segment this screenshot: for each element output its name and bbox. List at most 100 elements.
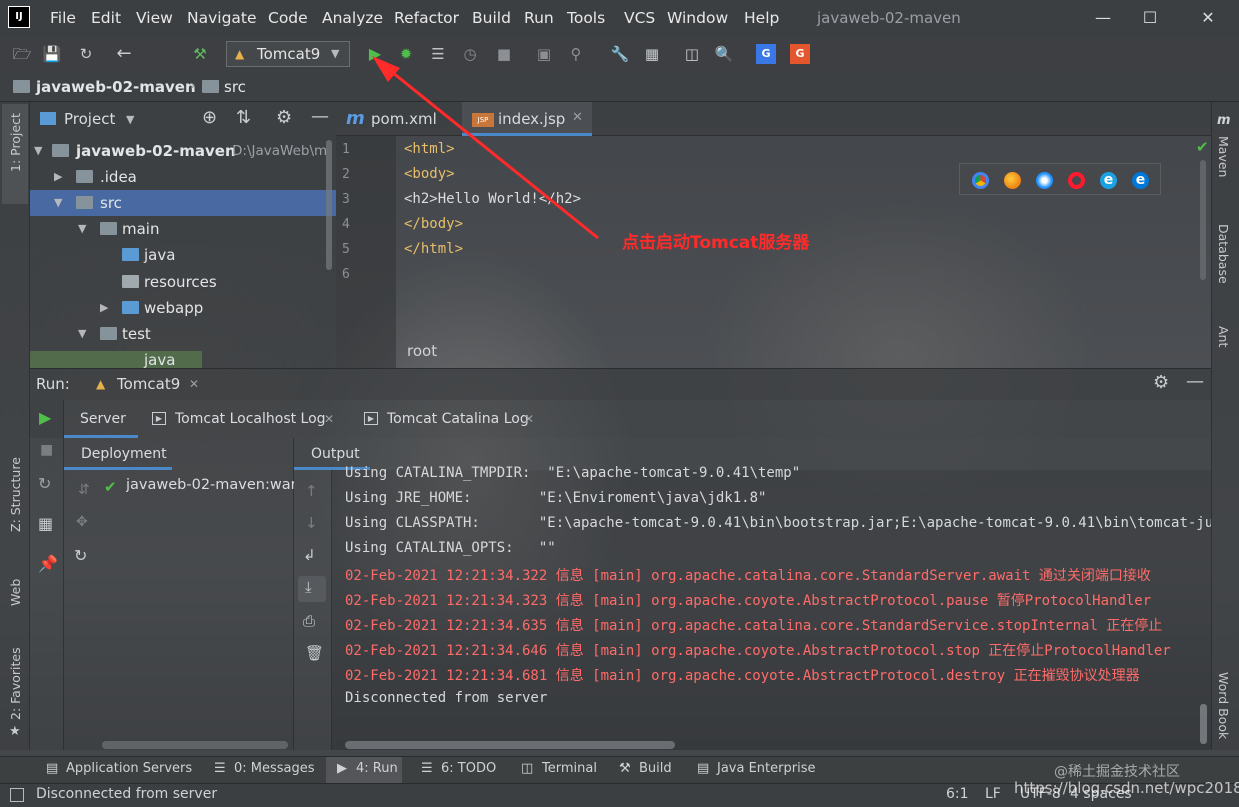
hide-panel-icon[interactable]: — (311, 106, 329, 127)
tree-item-resources[interactable]: resources (30, 269, 336, 295)
maven-tool-tab[interactable]: Maven (1216, 136, 1231, 177)
favorites-tool-tab[interactable]: 2: Favorites (8, 647, 23, 720)
line-separator[interactable]: LF (985, 786, 1001, 802)
editor-breadcrumb-root[interactable]: root (407, 342, 437, 360)
breadcrumb-project[interactable]: javaweb-02-maven (36, 78, 196, 96)
tree-scrollbar[interactable] (326, 140, 332, 270)
console-line-clip: 02-Feb-2021 12:21:34.681 信息 [main] org.a… (345, 665, 1211, 687)
gear-icon[interactable]: ⚙ (276, 107, 292, 128)
console-scrollbar-v[interactable] (1200, 704, 1207, 744)
inspection-ok-icon[interactable]: ✔ (1196, 138, 1209, 156)
safari-icon[interactable] (1036, 172, 1053, 189)
database-tool-tab[interactable]: Database (1216, 224, 1231, 284)
tree-item-java[interactable]: java (30, 242, 336, 268)
firefox-icon[interactable] (1004, 172, 1021, 189)
console-scrollbar-h[interactable] (345, 741, 675, 749)
tree-item-idea[interactable]: ▶ .idea (30, 164, 336, 190)
search-icon[interactable]: 🔍 (714, 44, 734, 64)
menu-window[interactable]: Window (667, 9, 728, 27)
tree-item-project-root[interactable]: ▼ javaweb-02-maven D:\JavaWeb\m (30, 138, 336, 164)
tree-item-test[interactable]: ▼ test (30, 321, 336, 347)
cursor-position[interactable]: 6:1 (946, 786, 969, 802)
menu-tools[interactable]: Tools (567, 9, 605, 27)
tree-item-label: src (100, 194, 122, 212)
tree-item-src[interactable]: ▼ src (30, 190, 336, 216)
chevron-down-icon[interactable]: ▼ (126, 113, 134, 126)
deployment-artifact[interactable]: javaweb-02-maven:war (126, 477, 294, 493)
tab-tomcat-catalina-log[interactable]: ▶ Tomcat Catalina Log ✕ (352, 400, 552, 438)
menu-edit[interactable]: Edit (91, 9, 121, 27)
refresh-icon[interactable]: ↻ (38, 474, 51, 493)
edge-icon[interactable]: e (1132, 172, 1149, 189)
gear-icon[interactable]: ⚙ (1153, 372, 1169, 393)
print-icon[interactable]: ⎙ (303, 612, 315, 630)
project-view-select[interactable]: Project (64, 110, 115, 128)
google-translate-icon[interactable]: G (756, 44, 776, 64)
hide-panel-icon[interactable]: — (1186, 371, 1204, 392)
tab-java-enterprise[interactable]: Java Enterprise (717, 761, 815, 776)
pin-icon[interactable]: 📌 (38, 554, 58, 573)
deployment-scrollbar[interactable] (102, 741, 288, 749)
tab-server[interactable]: Server (64, 400, 138, 438)
tree-item-webapp[interactable]: ▶ webapp (30, 295, 336, 321)
minimize-icon[interactable]: — (1080, 6, 1126, 30)
close-tab-icon[interactable]: ✕ (324, 412, 334, 426)
back-arrow-icon[interactable]: ← (114, 44, 134, 64)
close-tab-icon[interactable]: ✕ (189, 377, 199, 391)
collapse-all-icon[interactable]: ⇅ (236, 107, 251, 128)
project-tool-tab[interactable]: 1: Project (8, 113, 23, 172)
tab-application-servers[interactable]: Application Servers (66, 761, 192, 776)
open-folder-icon[interactable]: 🗁 (12, 44, 32, 64)
tree-item-main[interactable]: ▼ main (30, 216, 336, 242)
web-tool-tab[interactable]: Web (8, 579, 23, 606)
tab-tomcat-localhost-log[interactable]: ▶ Tomcat Localhost Log ✕ (140, 400, 340, 438)
terminal-window-icon[interactable]: ◫ (682, 44, 702, 64)
menu-file[interactable]: File (50, 9, 76, 27)
scroll-to-end-icon[interactable]: ⤓ (305, 578, 312, 596)
layout-icon[interactable]: ▦ (38, 514, 53, 533)
tool-windows-icon[interactable] (10, 788, 24, 802)
project-structure-icon[interactable]: ▦ (642, 44, 662, 64)
run-config-select[interactable]: ▲ Tomcat9 ▼ (226, 41, 350, 67)
save-icon[interactable]: 💾 (42, 44, 62, 64)
menu-analyze[interactable]: Analyze (322, 9, 383, 27)
editor-scrollbar[interactable] (1200, 160, 1206, 280)
chrome-icon[interactable] (972, 172, 989, 189)
tree-item-test-java[interactable]: java (30, 347, 336, 368)
ie-icon[interactable]: e (1100, 172, 1117, 189)
trash-icon[interactable]: 🗑 (305, 644, 324, 662)
maximize-icon[interactable]: ☐ (1127, 6, 1173, 30)
redeploy-icon[interactable]: ↻ (74, 546, 87, 565)
tab-build[interactable]: Build (639, 761, 672, 776)
tab-run[interactable]: 4: Run (356, 761, 398, 776)
breadcrumb-src[interactable]: src (224, 78, 246, 96)
translate-icon[interactable]: G (790, 44, 810, 64)
rerun-icon[interactable]: ▶ (39, 408, 51, 427)
menu-vcs[interactable]: VCS (624, 9, 655, 27)
wordbook-tool-tab[interactable]: Word Book (1216, 672, 1231, 739)
up-arrow-icon[interactable]: ↑ (305, 482, 318, 500)
down-arrow-icon[interactable]: ↓ (305, 514, 318, 532)
stop-icon[interactable]: ■ (40, 442, 53, 458)
tab-messages[interactable]: 0: Messages (234, 761, 315, 776)
sync-icon[interactable]: ↻ (76, 44, 96, 64)
deployment-header[interactable]: Deployment (64, 438, 172, 470)
close-icon[interactable]: ✕ (1185, 6, 1231, 30)
tab-terminal[interactable]: Terminal (542, 761, 597, 776)
close-tab-icon[interactable]: ✕ (524, 412, 534, 426)
soft-wrap-icon[interactable]: ↲ (303, 546, 316, 564)
menu-view[interactable]: View (136, 9, 173, 27)
build-hammer-icon[interactable]: ⚒ (190, 44, 210, 64)
structure-tool-tab[interactable]: Z: Structure (8, 457, 23, 532)
opera-icon[interactable] (1068, 172, 1085, 189)
tab-todo[interactable]: 6: TODO (441, 761, 496, 776)
run-config-tab[interactable]: Tomcat9 (117, 375, 180, 393)
ant-tool-tab[interactable]: Ant (1216, 326, 1231, 347)
menu-help[interactable]: Help (744, 9, 779, 27)
menu-code[interactable]: Code (268, 9, 308, 27)
menu-build[interactable]: Build (472, 9, 511, 27)
locate-icon[interactable]: ⊕ (202, 107, 217, 128)
menu-navigate[interactable]: Navigate (187, 9, 257, 27)
menu-refactor[interactable]: Refactor (394, 9, 459, 27)
menu-run[interactable]: Run (524, 9, 554, 27)
